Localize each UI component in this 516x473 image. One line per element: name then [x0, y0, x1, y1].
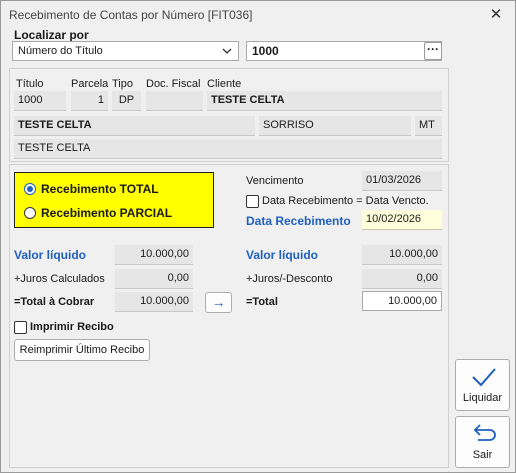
tipo-field: DP [112, 91, 141, 111]
checkmark-icon [470, 365, 498, 392]
left-valor-liquido-label: Valor líquido [14, 248, 87, 262]
extra-field: TESTE CELTA [14, 139, 442, 159]
doc-fiscal-field [146, 91, 203, 111]
left-valor-liquido-field: 10.000,00 [115, 245, 193, 265]
city-field: SORRISO [259, 116, 411, 136]
data-receb-equals-vencto-checkbox[interactable] [246, 195, 259, 208]
data-recebimento-label: Data Recebimento [246, 214, 351, 228]
search-input-value: 1000 [252, 44, 279, 58]
localizar-label: Localizar por [14, 28, 89, 42]
reimprimir-button[interactable]: Reimprimir Último Recibo [14, 339, 150, 361]
window-title: Recebimento de Contas por Número [FIT036… [9, 8, 253, 22]
recebimento-total-radio[interactable] [24, 183, 36, 195]
return-arrow-icon [470, 422, 498, 449]
titulo-label: Título [16, 78, 44, 90]
liquidar-label: Liquidar [462, 392, 503, 404]
close-icon[interactable]: ✕ [485, 5, 507, 25]
sair-button[interactable]: Sair [455, 416, 510, 468]
localizar-select[interactable]: Número do Título [12, 41, 239, 61]
imprimir-recibo-checkbox[interactable] [14, 321, 27, 334]
cliente-label: Cliente [207, 78, 242, 90]
right-valor-liquido-label: Valor líquido [246, 248, 319, 262]
dialog-window: Recebimento de Contas por Número [FIT036… [0, 0, 516, 473]
liquidar-button[interactable]: Liquidar [455, 359, 510, 411]
search-input[interactable]: 1000 [246, 41, 442, 61]
left-juros-field: 0,00 [115, 269, 193, 289]
left-juros-label: +Juros Calculados [14, 273, 105, 285]
sair-label: Sair [472, 449, 493, 461]
right-juros-field: 0,00 [362, 269, 442, 289]
vencimento-field: 01/03/2026 [362, 171, 442, 191]
chevron-down-icon [222, 44, 232, 61]
address-name-field: TESTE CELTA [14, 116, 255, 136]
recebimento-total-label[interactable]: Recebimento TOTAL [41, 182, 159, 196]
data-receb-equals-vencto-label[interactable]: Data Recebimento = Data Vencto. [262, 195, 429, 207]
state-field: MT [415, 116, 442, 136]
right-total-label: =Total [246, 296, 278, 308]
cliente-field: TESTE CELTA [207, 91, 442, 111]
left-total-label: =Total à Cobrar [14, 296, 95, 308]
right-total-input[interactable]: 10.000,00 [362, 291, 442, 311]
title-bar: Recebimento de Contas por Número [FIT036… [1, 1, 515, 29]
parcela-label: Parcela [71, 78, 109, 90]
search-ellipsis-button[interactable]: ··· [424, 42, 442, 60]
recebimento-parcial-radio[interactable] [24, 207, 36, 219]
doc-fiscal-label: Doc. Fiscal [146, 78, 201, 90]
tipo-label: Tipo [112, 78, 133, 90]
imprimir-recibo-label[interactable]: Imprimir Recibo [30, 321, 114, 333]
right-valor-liquido-field: 10.000,00 [362, 245, 442, 265]
parcela-field: 1 [71, 91, 108, 111]
localizar-select-value: Número do Título [18, 45, 103, 57]
right-juros-label: +Juros/-Desconto [246, 273, 333, 285]
data-recebimento-input[interactable]: 10/02/2026 [362, 210, 442, 230]
vencimento-label: Vencimento [246, 175, 304, 187]
titulo-field: 1000 [14, 91, 66, 111]
right-arrow-icon[interactable]: → [205, 292, 232, 313]
left-total-field: 10.000,00 [115, 292, 193, 312]
recebimento-parcial-label[interactable]: Recebimento PARCIAL [41, 206, 172, 220]
